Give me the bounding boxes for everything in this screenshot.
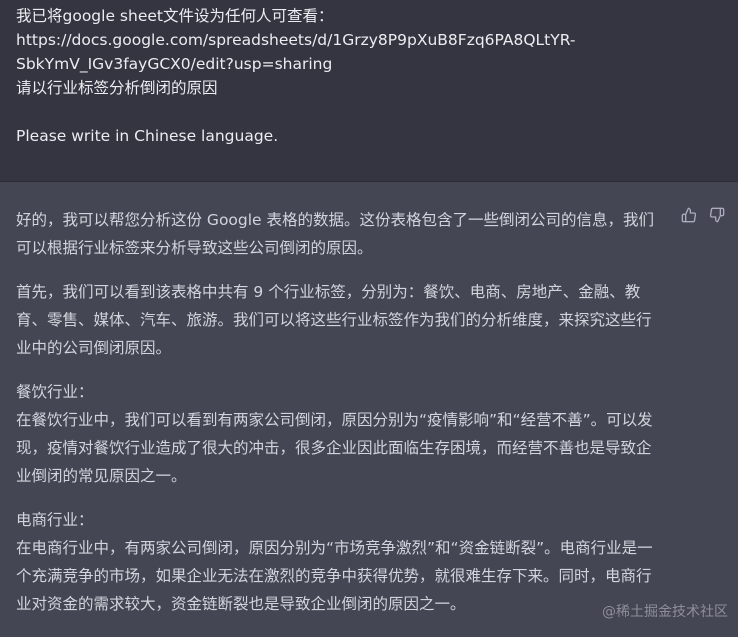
user-message-block: 我已将google sheet文件设为任何人可查看： https://docs.…	[0, 0, 738, 182]
section-body: 在电商行业中，有两家公司倒闭，原因分别为“市场竞争激烈”和“资金链断裂”。电商行…	[16, 539, 653, 613]
user-message-link-cont: SbkYmV_IGv3fayGCX0/edit?usp=sharing	[16, 55, 333, 73]
user-message-line: Please write in Chinese language.	[16, 127, 279, 145]
section-body: 在餐饮行业中，我们可以看到有两家公司倒闭，原因分别为“疫情影响”和“经营不善”。…	[16, 411, 653, 485]
section-ecommerce: 电商行业： 在电商行业中，有两家公司倒闭，原因分别为“市场竞争激烈”和“资金链断…	[16, 506, 661, 618]
user-message-text: 我已将google sheet文件设为任何人可查看： https://docs.…	[16, 4, 716, 148]
thumbs-up-icon[interactable]	[680, 206, 698, 224]
assistant-message-block: 好的，我可以帮您分析这份 Google 表格的数据。这份表格包含了一些倒闭公司的…	[0, 182, 738, 637]
section-catering: 餐饮行业： 在餐饮行业中，我们可以看到有两家公司倒闭，原因分别为“疫情影响”和“…	[16, 378, 661, 490]
user-message-gap	[16, 100, 716, 124]
user-message-line: 请以行业标签分析倒闭的原因	[16, 79, 218, 97]
assistant-paragraph: 首先，我们可以看到该表格中共有 9 个行业标签，分别为：餐饮、电商、房地产、金融…	[16, 283, 652, 357]
thumbs-down-icon[interactable]	[708, 206, 726, 224]
watermark: @稀土掘金技术社区	[602, 604, 728, 620]
feedback-buttons	[680, 206, 726, 224]
user-message-line: 我已将google sheet文件设为任何人可查看：	[16, 7, 334, 25]
assistant-paragraph: 好的，我可以帮您分析这份 Google 表格的数据。这份表格包含了一些倒闭公司的…	[16, 211, 655, 257]
section-title: 电商行业：	[16, 511, 94, 529]
user-message-link: https://docs.google.com/spreadsheets/d/1…	[16, 31, 576, 49]
assistant-message-text: 好的，我可以帮您分析这份 Google 表格的数据。这份表格包含了一些倒闭公司的…	[16, 206, 661, 634]
section-title: 餐饮行业：	[16, 383, 94, 401]
